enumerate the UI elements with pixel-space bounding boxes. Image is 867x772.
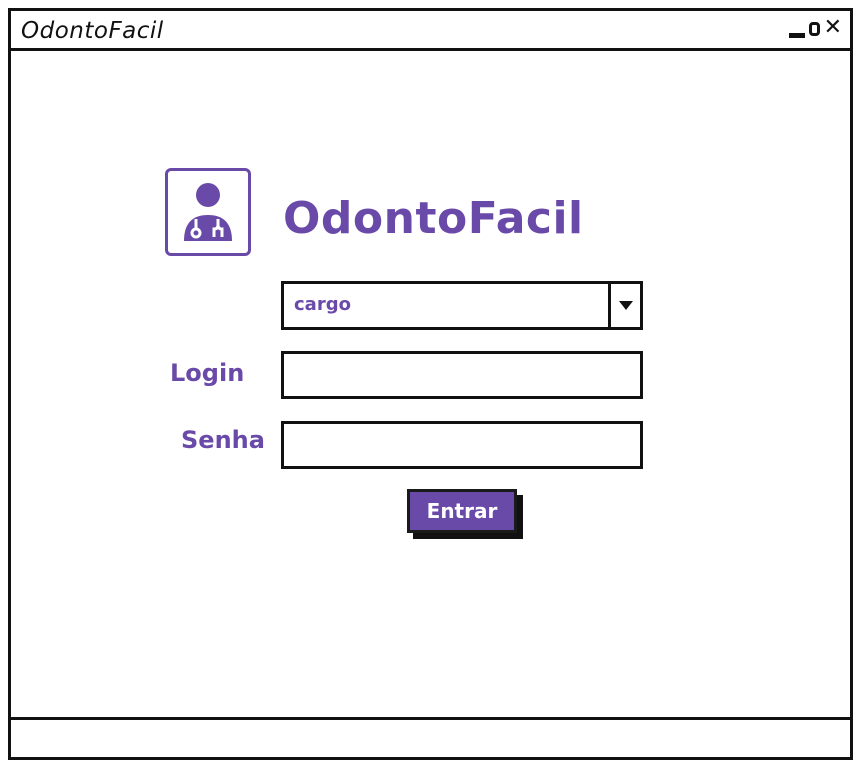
senha-label: Senha [181, 426, 265, 454]
login-label: Login [170, 359, 245, 387]
dropdown-arrow-icon[interactable] [608, 284, 640, 327]
login-input[interactable] [281, 351, 643, 399]
senha-input[interactable] [281, 421, 643, 469]
brand-title: OdontoFacil [283, 193, 584, 244]
maximize-icon[interactable] [808, 22, 820, 36]
close-icon[interactable]: ✕ [824, 17, 842, 39]
doctor-stethoscope-icon [165, 168, 251, 256]
role-select-value: cargo [294, 294, 351, 315]
minimize-icon[interactable] [788, 32, 805, 38]
title-bar: OdontoFacil ✕ [11, 11, 850, 51]
window-title: OdontoFacil [21, 18, 164, 44]
app-window: OdontoFacil ✕ OdontoFacil cargo Login Se… [8, 8, 853, 760]
window-controls: ✕ [788, 17, 842, 39]
role-select[interactable]: cargo [281, 281, 643, 330]
entrar-button[interactable]: Entrar [407, 489, 517, 533]
status-bar [11, 717, 850, 757]
